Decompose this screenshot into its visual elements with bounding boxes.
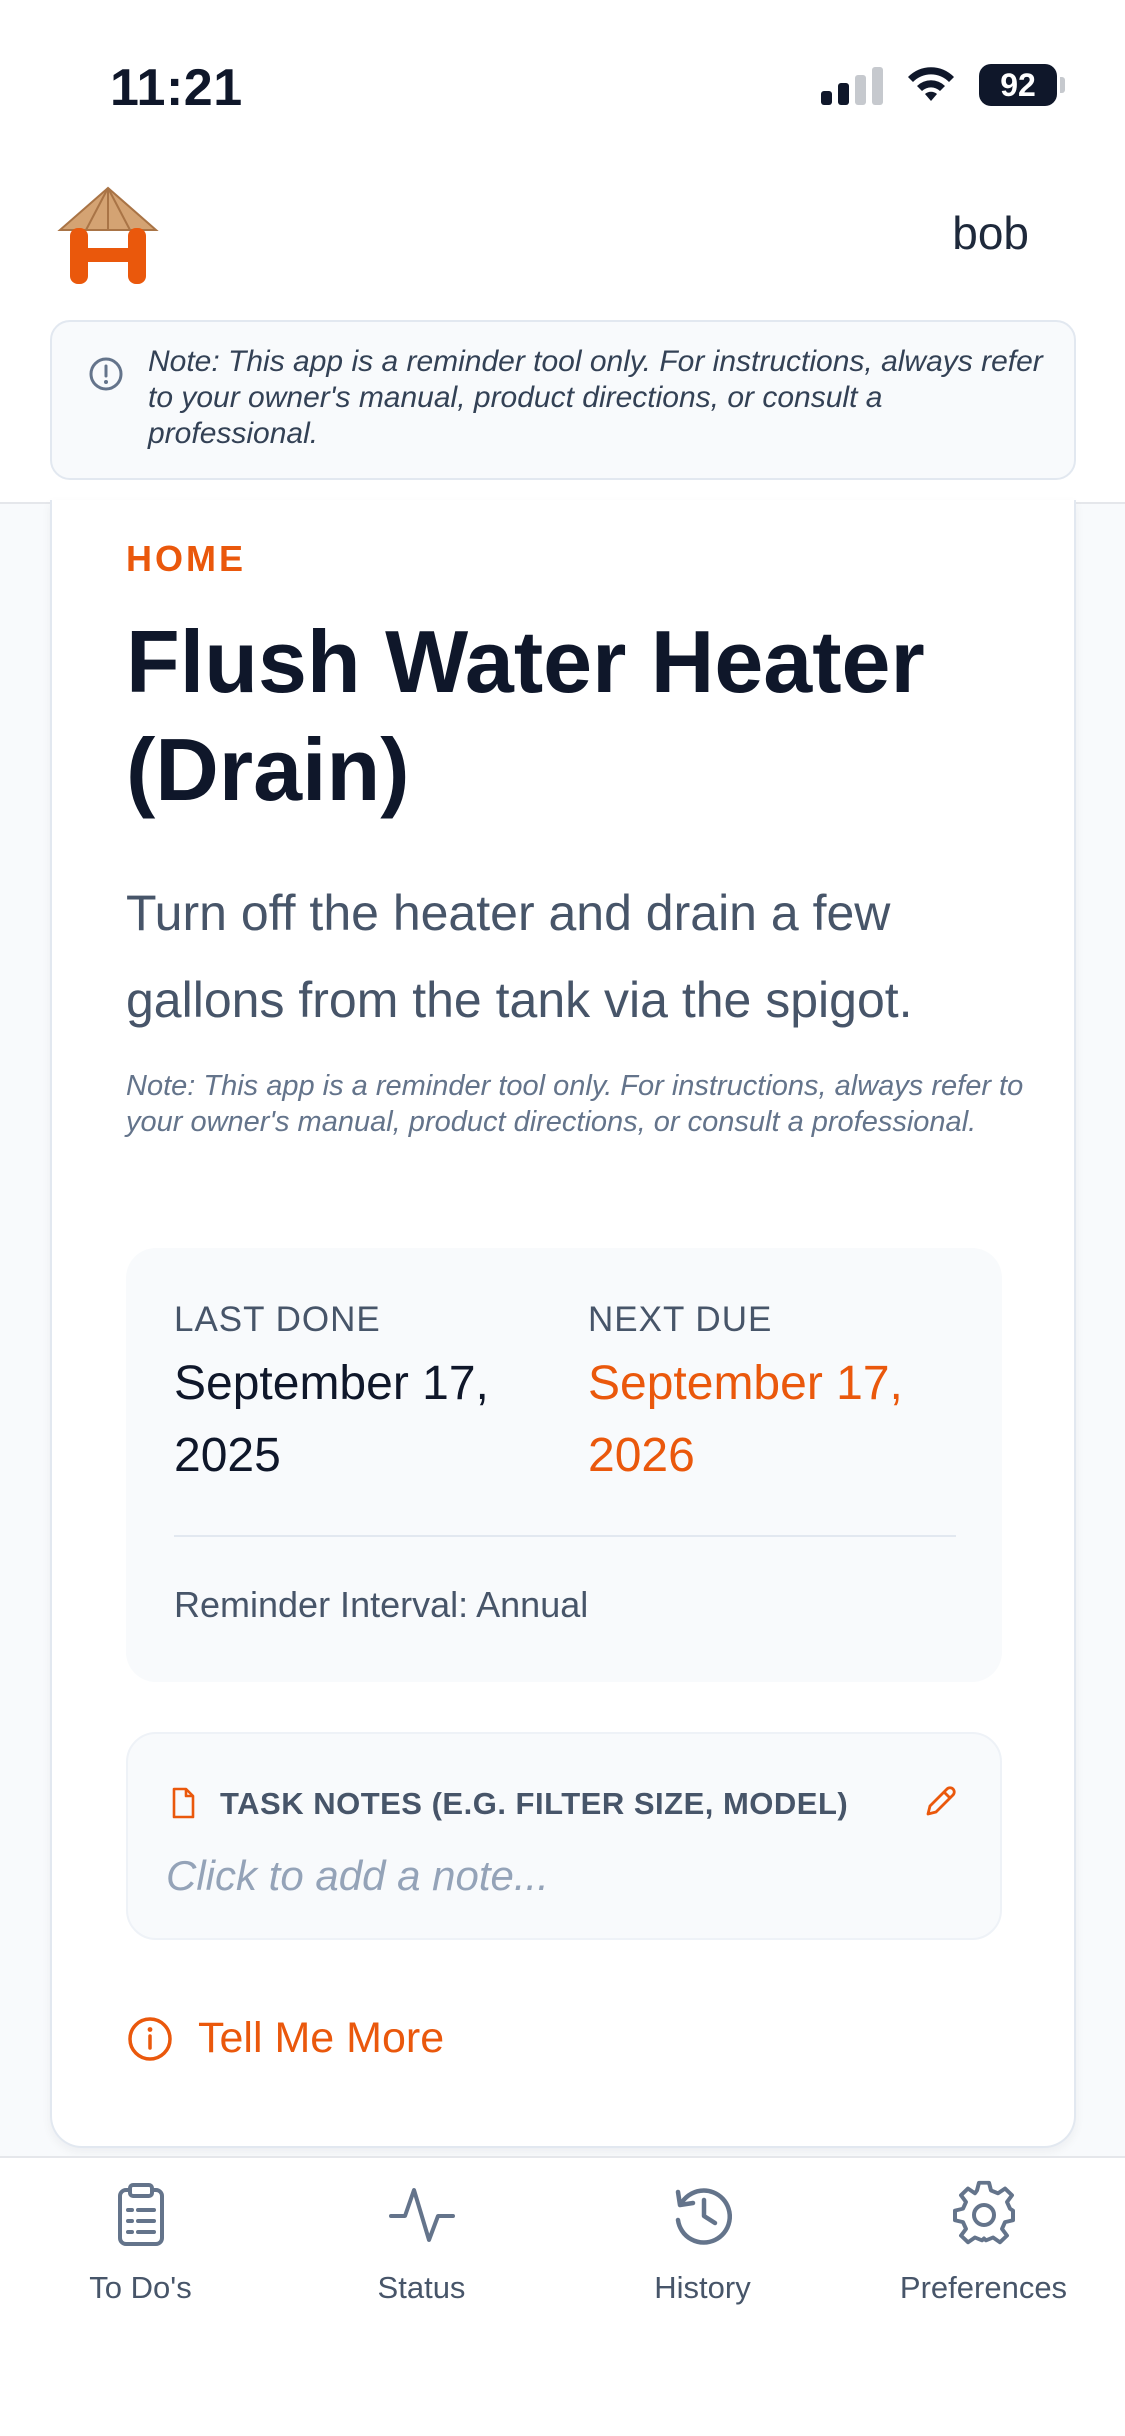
- wifi-icon: [908, 67, 954, 101]
- last-done-value: September 17, 2025: [174, 1357, 489, 1482]
- last-done-label: LAST DONE: [174, 1300, 381, 1339]
- status-bar: 11:21 92: [0, 0, 1125, 160]
- disclaimer-text: Note: This app is a reminder tool only. …: [148, 345, 1043, 450]
- task-category: HOME: [126, 538, 246, 579]
- user-name[interactable]: bob: [952, 206, 1029, 260]
- next-due-label: NEXT DUE: [588, 1300, 773, 1339]
- app-logo-icon: [57, 186, 159, 284]
- tab-todos[interactable]: To Do's: [0, 2180, 281, 2306]
- tab-history[interactable]: History: [562, 2180, 843, 2306]
- reminder-interval: Reminder Interval: Annual: [174, 1584, 589, 1625]
- tell-me-more-label: Tell Me More: [198, 2014, 445, 2062]
- tab-preferences-label: Preferences: [899, 2270, 1068, 2305]
- app-header: bob Note: This app is a reminder tool on…: [0, 160, 1125, 504]
- battery-indicator: 92: [979, 64, 1065, 106]
- tab-preferences[interactable]: Preferences: [843, 2180, 1124, 2306]
- dates-panel: LAST DONE September 17, 2025 NEXT DUE Se…: [126, 1248, 1002, 1682]
- gear-icon: [952, 2180, 1015, 2245]
- bottom-tab-bar: To Do's Status History Preferences: [0, 2156, 1125, 2436]
- tab-todos-label: To Do's: [89, 2270, 192, 2305]
- screen: 11:21 92 bob Note: This app is a reminde…: [0, 0, 1125, 2436]
- task-notes-label: TASK NOTES (E.G. FILTER SIZE, MODEL): [220, 1786, 849, 1821]
- status-icons: 92: [821, 64, 1065, 106]
- disclaimer-banner: Note: This app is a reminder tool only. …: [50, 320, 1076, 480]
- task-notes-placeholder[interactable]: Click to add a note...: [166, 1852, 549, 1900]
- tab-status-label: Status: [377, 2270, 466, 2305]
- info-circle-icon: [128, 2016, 172, 2061]
- status-time: 11:21: [110, 59, 243, 117]
- tab-status[interactable]: Status: [281, 2180, 562, 2306]
- file-icon: [172, 1787, 195, 1819]
- cellular-signal-icon: [821, 65, 883, 105]
- pencil-icon[interactable]: [920, 1782, 960, 1822]
- history-icon: [675, 2188, 732, 2245]
- tab-history-label: History: [654, 2270, 751, 2305]
- task-card: HOME Flush Water Heater (Drain) Turn off…: [50, 500, 1076, 2148]
- next-due-value: September 17, 2026: [588, 1357, 903, 1482]
- activity-icon: [388, 2188, 455, 2242]
- battery-tip: [1060, 77, 1065, 93]
- tell-me-more-link[interactable]: Tell Me More: [126, 2014, 444, 2063]
- task-disclaimer-note: Note: This app is a reminder tool only. …: [126, 1070, 1024, 1138]
- dates-divider: [174, 1535, 956, 1537]
- clipboard-list-icon: [117, 2183, 164, 2246]
- task-description: Turn off the heater and drain a few gall…: [126, 885, 913, 1028]
- info-circle-icon: [89, 357, 123, 391]
- battery-level: 92: [979, 64, 1057, 106]
- task-notes-panel[interactable]: TASK NOTES (E.G. FILTER SIZE, MODEL) Cli…: [126, 1732, 1002, 1940]
- task-title: Flush Water Heater (Drain): [126, 612, 925, 819]
